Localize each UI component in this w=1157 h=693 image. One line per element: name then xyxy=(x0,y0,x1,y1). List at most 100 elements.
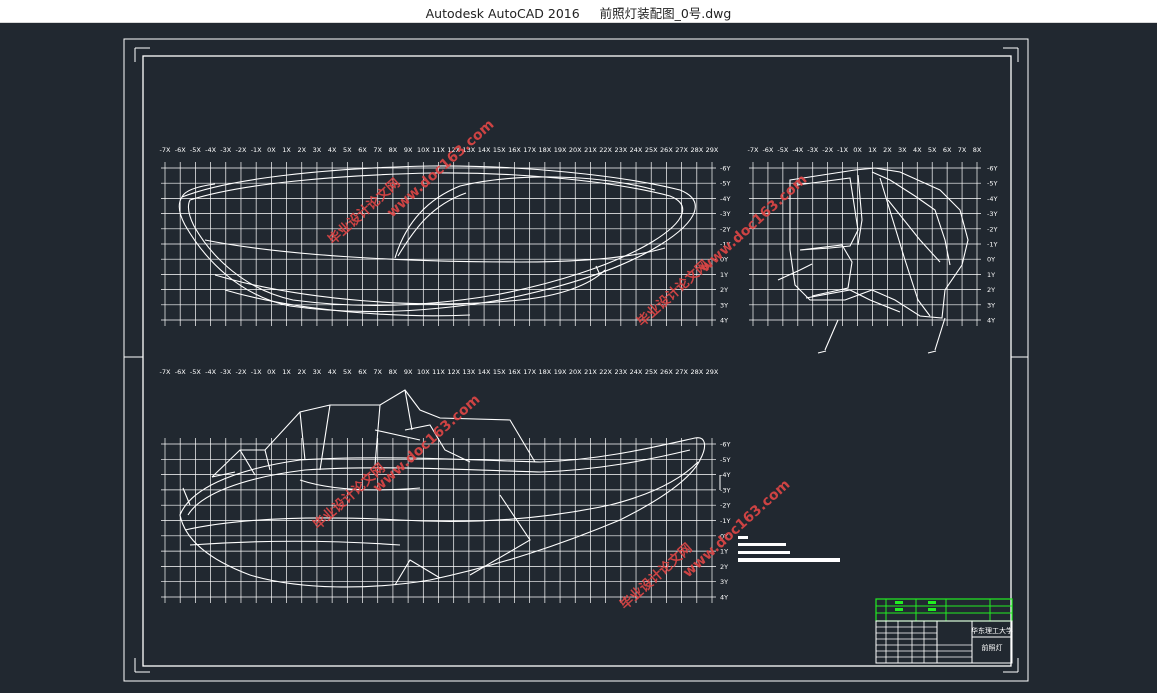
grid-label-y: -5Y xyxy=(987,180,997,188)
grid-label-x: 19X xyxy=(554,368,567,376)
grid-label-x: 24X xyxy=(630,146,643,154)
grid-label-x: 15X xyxy=(493,146,506,154)
grid-label-x: 23X xyxy=(614,368,627,376)
grid-label-x: 10X xyxy=(417,368,430,376)
grid-label-y: -6Y xyxy=(720,441,730,449)
grid-label-x: 4X xyxy=(328,368,337,376)
grid-label-x: -6X xyxy=(175,368,186,376)
grid-label-x: 16X xyxy=(508,146,521,154)
grid-label-y: -3Y xyxy=(720,210,730,218)
cad-canvas[interactable]: -7X -6X -5X -4X -3X -2X -1X 0X 1X 2X 3X 4X 5X 6X 7X 8X 9… xyxy=(0,23,1157,688)
grid-label-x: 25X xyxy=(645,368,658,376)
grid-label-x: 23X xyxy=(614,146,627,154)
grid-label-x: -2X xyxy=(236,368,247,376)
sheet-frame xyxy=(123,38,1029,682)
title-block: 华东理工大学 前照灯 xyxy=(875,598,1013,664)
grid-label-x: 12X xyxy=(447,368,460,376)
grid-label-x: 9X xyxy=(404,146,413,154)
grid-label-x: 17X xyxy=(523,368,536,376)
grid-label-y: 1Y xyxy=(720,271,728,279)
grid-label-y: 2Y xyxy=(720,563,728,571)
grid-label-x: -4X xyxy=(205,368,216,376)
grid-label-x: 10X xyxy=(417,146,430,154)
watermark-url: www.doc163.com xyxy=(697,172,810,276)
grid-label-x: -5X xyxy=(190,368,201,376)
grid-label-x: 27X xyxy=(675,368,688,376)
grid-label-x: 13X xyxy=(463,368,476,376)
grid-label-x: -3X xyxy=(220,146,231,154)
grid-label-y: 3Y xyxy=(987,301,995,309)
grid-label-x: 6X xyxy=(358,146,367,154)
grid-label-x: 3X xyxy=(898,146,907,154)
grid-label-x: 24X xyxy=(630,368,643,376)
grid-label-y: -5Y xyxy=(720,456,730,464)
grid-label-x: 2X xyxy=(883,146,892,154)
grid-label-y: 0Y xyxy=(987,256,995,264)
grid-label-y: -4Y xyxy=(720,195,730,203)
grid-label-x: 26X xyxy=(660,368,673,376)
grid-label-x: 21X xyxy=(584,368,597,376)
outer-border xyxy=(123,38,1029,682)
grid-label-x: 6X xyxy=(358,368,367,376)
grid-label-y: 4Y xyxy=(987,317,995,325)
grid-label-x: 28X xyxy=(690,146,703,154)
window-title: Autodesk AutoCAD 2016 前照灯装配图_0号.dwg xyxy=(425,6,732,21)
grid-label-x: -1X xyxy=(251,368,262,376)
grid-label-x: 18X xyxy=(538,368,551,376)
grid-label-y: -5Y xyxy=(720,180,730,188)
grid-label-y: -2Y xyxy=(720,225,730,233)
grid-label-x: 1X xyxy=(868,146,877,154)
grid-label-x: 22X xyxy=(599,368,612,376)
grid-label-x: 20X xyxy=(569,368,582,376)
grid-label-x: -7X xyxy=(748,146,759,154)
grid-label-y: -4Y xyxy=(987,195,997,203)
grid-label-x: -1X xyxy=(251,146,262,154)
grid-label-x: -7X xyxy=(160,368,171,376)
grid-label-x: 14X xyxy=(478,146,491,154)
grid-label-x: 8X xyxy=(389,368,398,376)
grid-label-x: -4X xyxy=(792,146,803,154)
grid-label-x: 29X xyxy=(706,368,719,376)
grid-label-x: 15X xyxy=(493,368,506,376)
grid-label-x: 3X xyxy=(313,146,322,154)
grid-label-y: -3Y xyxy=(720,486,730,494)
grid-label-x: -5X xyxy=(777,146,788,154)
grid-label-y: -6Y xyxy=(720,165,730,173)
grid-label-x: 11X xyxy=(432,146,445,154)
grid-label-x: 8X xyxy=(973,146,982,154)
grid-label-x: 2X xyxy=(297,146,306,154)
grid-label-y: -1Y xyxy=(987,241,997,249)
grid-label-x: -5X xyxy=(190,146,201,154)
grid-label-y: 2Y xyxy=(987,286,995,294)
grid-label-x: 3X xyxy=(313,368,322,376)
top-view-grid: -7X -6X -5X -4X -3X -2X -1X 0X 1X 2X 3X 4X 5X 6X 7X 8X 9… xyxy=(160,368,730,603)
grid-label-x: 16X xyxy=(508,368,521,376)
grid-label-y: 3Y xyxy=(720,578,728,586)
grid-label-x: -3X xyxy=(807,146,818,154)
drawing-viewport[interactable]: -7X -6X -5X -4X -3X -2X -1X 0X 1X 2X 3X 4X 5X 6X 7X 8X 9… xyxy=(0,23,1157,688)
grid-label-x: 2X xyxy=(297,368,306,376)
grid-label-x: 7X xyxy=(373,146,382,154)
grid-label-x: 1X xyxy=(282,146,291,154)
grid-label-x: 20X xyxy=(569,146,582,154)
grid-label-x: 17X xyxy=(523,146,536,154)
front-view-outline xyxy=(777,167,969,354)
grid-label-x: -2X xyxy=(822,146,833,154)
grid-label-x: -6X xyxy=(175,146,186,154)
grid-label-x: 19X xyxy=(554,146,567,154)
grid-label-x: 1X xyxy=(282,368,291,376)
grid-label-y: -4Y xyxy=(720,471,730,479)
grid-label-y: -2Y xyxy=(720,502,730,510)
grid-label-x: 8X xyxy=(389,146,398,154)
watermark-label: 毕业设计论文网 xyxy=(634,257,712,330)
grid-label-x: 5X xyxy=(343,368,352,376)
grid-label-x: -4X xyxy=(205,146,216,154)
grid-label-x: 21X xyxy=(584,146,597,154)
grid-label-x: 9X xyxy=(404,368,413,376)
grid-label-x: 6X xyxy=(943,146,952,154)
watermark-label: 毕业设计论文网 xyxy=(310,460,388,533)
corner-marks xyxy=(124,47,1028,673)
window-title-bar: Autodesk AutoCAD 2016 前照灯装配图_0号.dwg xyxy=(0,0,1157,23)
grid-label-x: 18X xyxy=(538,146,551,154)
grid-label-y: -3Y xyxy=(987,210,997,218)
